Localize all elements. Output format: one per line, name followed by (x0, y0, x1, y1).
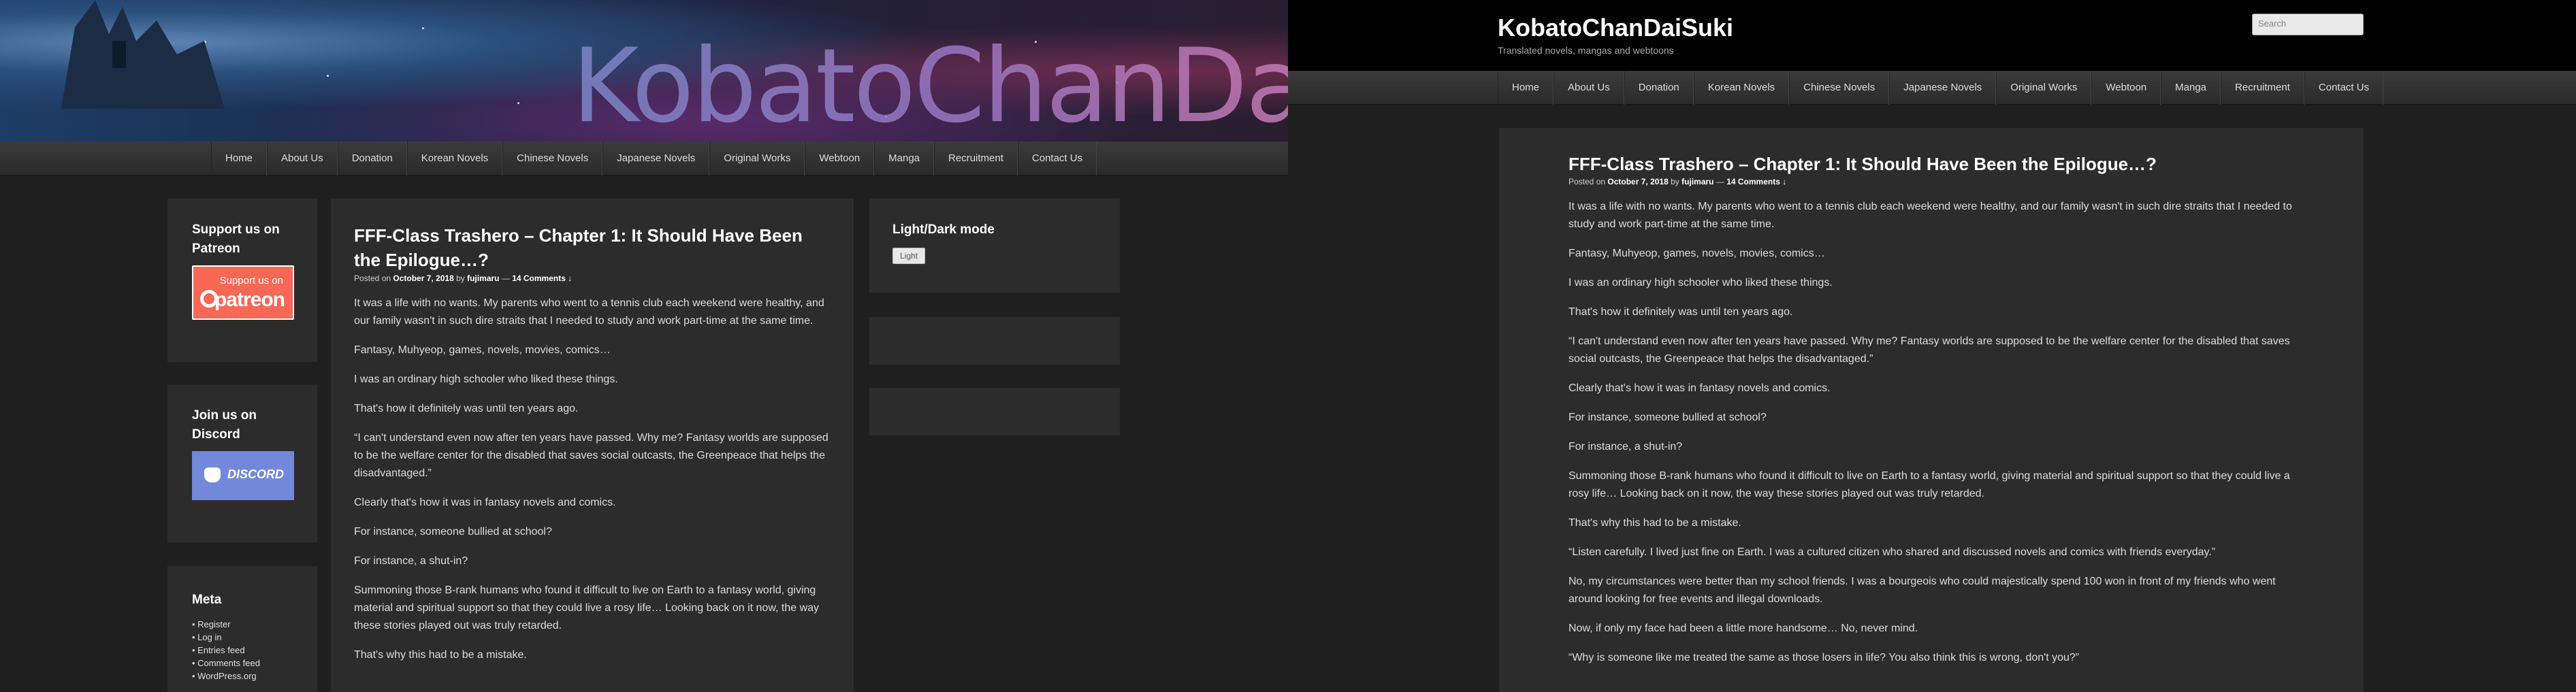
patreon-widget: Support us on Patreon Support us on patr… (167, 199, 317, 362)
empty-widget (869, 388, 1120, 435)
nav-korean-novels[interactable]: Korean Novels (406, 142, 503, 176)
nav-webtoon[interactable]: Webtoon (805, 142, 875, 176)
nav-contact-us[interactable]: Contact Us (2304, 71, 2384, 105)
post-date[interactable]: October 7, 2018 (1607, 177, 1668, 186)
nav-home[interactable]: Home (211, 142, 268, 176)
discord-widget-title: Join us on Discord (192, 408, 257, 442)
meta-dash: — (1716, 177, 1724, 186)
meta-link-entries-feed[interactable]: Entries feed (192, 644, 293, 657)
header-banner[interactable]: KobatoChanDaiSuki (0, 0, 1288, 142)
patreon-logo-text: patreon (214, 289, 285, 311)
search-input[interactable]: Search (2252, 14, 2364, 35)
nav-chinese-novels[interactable]: Chinese Novels (502, 142, 603, 176)
meta-link-register[interactable]: Register (192, 618, 293, 631)
post-body: It was a life with no wants. My parents … (354, 295, 831, 664)
post-paragraph: “Why is someone like me treated the same… (1568, 652, 2080, 663)
post-paragraph: “I can't understand even now after ten y… (354, 432, 828, 479)
nav-recruitment[interactable]: Recruitment (2221, 71, 2304, 105)
nav-original-works[interactable]: Original Works (709, 142, 805, 176)
nav-donation[interactable]: Donation (1624, 71, 1694, 105)
comments-link[interactable]: 14 Comments ↓ (1726, 177, 1786, 186)
by-label: by (456, 274, 465, 283)
nav-original-works[interactable]: Original Works (1996, 71, 2092, 105)
comments-link[interactable]: 14 Comments ↓ (512, 274, 572, 283)
post-date[interactable]: October 7, 2018 (393, 274, 453, 283)
post-body: It was a life with no wants. My parents … (1568, 198, 2294, 667)
post-paragraph: Now, if only my face had been a little m… (1568, 623, 1918, 634)
main-navigation: Home About Us Donation Korean Novels Chi… (1288, 71, 2576, 105)
castle-ruin-image (61, 0, 225, 109)
post-paragraph: It was a life with no wants. My parents … (1568, 201, 2292, 230)
nav-chinese-novels[interactable]: Chinese Novels (1789, 71, 1890, 105)
right-pane: KobatoChanDaiSuki Translated novels, man… (1288, 0, 2576, 692)
post-meta: Posted on October 7, 2018 by fujimaru — … (354, 274, 831, 283)
mode-widget-title: Light/Dark mode (892, 223, 995, 237)
site-header: KobatoChanDaiSuki Translated novels, man… (1288, 0, 2576, 71)
nav-japanese-novels[interactable]: Japanese Novels (1889, 71, 1997, 105)
posted-on-label: Posted on (1568, 177, 1606, 186)
patreon-button[interactable]: Support us on patreon (192, 265, 294, 320)
meta-link-comments-feed[interactable]: Comments feed (192, 657, 293, 670)
meta-link-log-in[interactable]: Log in (192, 631, 293, 644)
post-paragraph: I was an ordinary high schooler who like… (1568, 277, 1833, 289)
post-paragraph: Clearly that's how it was in fantasy nov… (1568, 382, 1831, 394)
post-paragraph: Summoning those B-rank humans who found … (1568, 470, 2290, 499)
nav-donation[interactable]: Donation (337, 142, 407, 176)
nav-manga[interactable]: Manga (2161, 71, 2221, 105)
meta-widget: Meta Register Log in Entries feed Commen… (167, 566, 317, 692)
post-title[interactable]: FFF-Class Trashero – Chapter 1: It Shoul… (354, 223, 831, 272)
post-author[interactable]: fujimaru (1681, 177, 1713, 186)
meta-dash: — (501, 274, 510, 283)
nav-webtoon[interactable]: Webtoon (2091, 71, 2161, 105)
nav-about-us[interactable]: About Us (1553, 71, 1624, 105)
post-article: FFF-Class Trashero – Chapter 1: It Shoul… (331, 199, 854, 692)
post-paragraph: Clearly that's how it was in fantasy nov… (354, 497, 616, 508)
nav-manga[interactable]: Manga (874, 142, 935, 176)
posted-on-label: Posted on (354, 274, 391, 283)
post-paragraph: That's why this had to be a mistake. (354, 649, 527, 661)
post-paragraph: Fantasy, Muhyeop, games, novels, movies,… (354, 344, 611, 356)
post-paragraph: I was an ordinary high schooler who like… (354, 374, 618, 385)
post-article: FFF-Class Trashero – Chapter 1: It Shoul… (1499, 128, 2364, 692)
post-title[interactable]: FFF-Class Trashero – Chapter 1: It Shoul… (1568, 152, 2294, 176)
patreon-logo-small-text: Support us on (219, 275, 283, 286)
nav-contact-us[interactable]: Contact Us (1017, 142, 1097, 176)
nav-recruitment[interactable]: Recruitment (934, 142, 1018, 176)
post-paragraph: That's how it definitely was until ten y… (354, 403, 579, 414)
post-paragraph: For instance, a shut-in? (1568, 441, 1683, 452)
by-label: by (1671, 177, 1679, 186)
light-mode-button[interactable]: Light (892, 248, 926, 264)
post-author[interactable]: fujimaru (467, 274, 499, 283)
post-paragraph: For instance, a shut-in? (354, 555, 468, 567)
nav-home[interactable]: Home (1498, 71, 1554, 105)
site-description: Translated novels, mangas and webtoons (1498, 45, 1674, 56)
meta-link-wordpress[interactable]: WordPress.org (192, 670, 293, 682)
discord-logo-text: DISCORD (227, 467, 285, 481)
post-paragraph: Fantasy, Muhyeop, games, novels, movies,… (1568, 248, 1825, 259)
nav-japanese-novels[interactable]: Japanese Novels (602, 142, 710, 176)
nav-about-us[interactable]: About Us (267, 142, 338, 176)
post-paragraph: “I can't understand even now after ten y… (1568, 335, 2290, 365)
post-paragraph: No, my circumstances were better than my… (1568, 576, 2276, 605)
post-paragraph: For instance, someone bullied at school? (354, 526, 552, 538)
nav-korean-novels[interactable]: Korean Novels (1693, 71, 1790, 105)
empty-widget (869, 317, 1120, 365)
post-paragraph: That's how it definitely was until ten y… (1568, 306, 1793, 318)
post-paragraph: Summoning those B-rank humans who found … (354, 584, 820, 631)
post-meta: Posted on October 7, 2018 by fujimaru — … (1568, 177, 2294, 186)
post-paragraph: That's why this had to be a mistake. (1568, 517, 1741, 529)
discord-button[interactable]: DISCORD (192, 451, 294, 500)
post-paragraph: “Listen carefully. I lived just fine on … (1568, 546, 2216, 558)
banner-site-title: KobatoChanDaiSuki (572, 27, 1288, 142)
meta-widget-title: Meta (192, 593, 222, 607)
post-paragraph: For instance, someone bullied at school? (1568, 412, 1767, 423)
post-paragraph: It was a life with no wants. My parents … (354, 297, 824, 327)
site-title[interactable]: KobatoChanDaiSuki (1498, 14, 1733, 42)
discord-widget: Join us on Discord DISCORD (167, 384, 317, 542)
discord-icon (204, 467, 221, 482)
left-pane: KobatoChanDaiSuki Home About Us Donation… (0, 0, 1288, 692)
light-dark-mode-widget: Light/Dark mode Light (869, 199, 1120, 293)
main-navigation: Home About Us Donation Korean Novels Chi… (0, 142, 1288, 176)
patreon-widget-title: Support us on Patreon (192, 223, 280, 256)
